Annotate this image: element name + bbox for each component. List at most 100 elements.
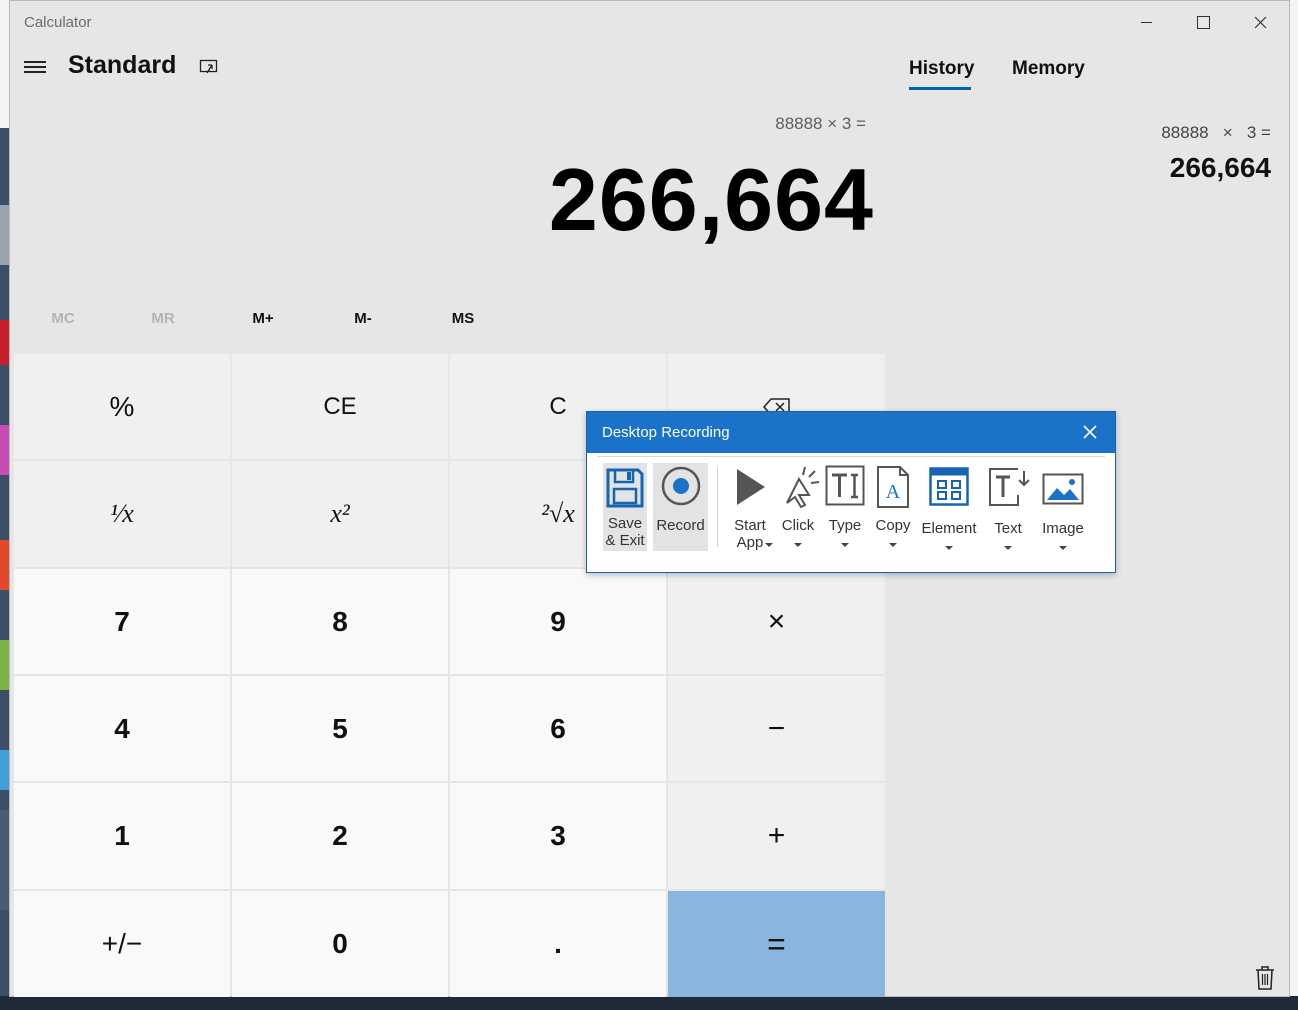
save-exit-button[interactable]: Save & Exit bbox=[603, 463, 647, 551]
recorder-title: Desktop Recording bbox=[602, 424, 730, 441]
negate-button[interactable]: +/− bbox=[14, 891, 230, 997]
toolbar-separator bbox=[717, 467, 718, 547]
multiply-label: × bbox=[767, 604, 786, 638]
percent-button[interactable]: % bbox=[14, 354, 230, 459]
element-button[interactable]: Element bbox=[919, 463, 979, 551]
start-app-button[interactable]: Start App bbox=[727, 463, 773, 551]
subtract-label: − bbox=[767, 711, 786, 745]
chevron-down-icon bbox=[1059, 546, 1067, 550]
maximize-button[interactable] bbox=[1175, 1, 1231, 43]
digit-0-button[interactable]: 0 bbox=[232, 891, 448, 997]
digit-label: 8 bbox=[332, 605, 348, 637]
digit-label: 9 bbox=[550, 605, 566, 637]
minimize-button[interactable] bbox=[1118, 1, 1174, 43]
maximize-icon bbox=[1196, 15, 1210, 29]
text-label: Text bbox=[994, 520, 1022, 537]
trash-icon[interactable] bbox=[1254, 965, 1276, 991]
chevron-down-icon bbox=[1004, 546, 1012, 550]
type-button[interactable]: Type bbox=[823, 463, 867, 551]
digit-label: 2 bbox=[332, 820, 348, 851]
decimal-label: . bbox=[554, 928, 562, 959]
title-bar[interactable]: Calculator bbox=[10, 1, 1289, 43]
digit-3-button[interactable]: 3 bbox=[450, 783, 666, 889]
keep-on-top-icon[interactable] bbox=[199, 57, 219, 77]
subtract-button[interactable]: − bbox=[668, 676, 885, 781]
clear-entry-label: CE bbox=[323, 392, 357, 420]
type-text-icon bbox=[825, 465, 865, 506]
tab-history-indicator bbox=[909, 87, 971, 90]
close-icon bbox=[1254, 16, 1266, 28]
percent-label: % bbox=[109, 390, 135, 422]
type-label: Type bbox=[828, 517, 862, 534]
digit-label: 5 bbox=[332, 712, 348, 744]
decimal-button[interactable]: . bbox=[450, 891, 666, 997]
result-display: 266,664 bbox=[548, 150, 874, 249]
memory-subtract-button[interactable]: M- bbox=[333, 310, 393, 327]
play-icon bbox=[737, 469, 765, 505]
click-label: Click bbox=[781, 517, 815, 534]
save-exit-label: Save & Exit bbox=[605, 515, 645, 549]
close-button[interactable] bbox=[1232, 1, 1288, 43]
desktop-background-right bbox=[1290, 0, 1298, 1010]
reciprocal-label: ¹⁄x bbox=[110, 499, 134, 528]
memory-store-button[interactable]: MS bbox=[433, 310, 493, 327]
desktop-recording-dialog: Desktop Recording Save & Exit Record Sta… bbox=[586, 411, 1116, 573]
expression-display: 88888 × 3 = bbox=[775, 114, 866, 133]
chevron-down-icon bbox=[841, 543, 849, 547]
record-label: Record bbox=[656, 517, 705, 534]
memory-clear-button[interactable]: MC bbox=[33, 310, 93, 327]
hamburger-icon[interactable] bbox=[24, 58, 46, 76]
tab-history[interactable]: History bbox=[909, 58, 974, 80]
chevron-down-icon bbox=[794, 543, 802, 547]
window-title: Calculator bbox=[24, 14, 92, 31]
digit-label: 1 bbox=[114, 820, 130, 851]
equals-button[interactable]: = bbox=[668, 891, 885, 997]
history-expression: 88888 × 3 = bbox=[1161, 123, 1271, 142]
digit-8-button[interactable]: 8 bbox=[232, 569, 448, 674]
taskbar-fragment bbox=[0, 996, 1298, 1010]
mode-title: Standard bbox=[68, 51, 177, 79]
digit-2-button[interactable]: 2 bbox=[232, 783, 448, 889]
digit-7-button[interactable]: 7 bbox=[14, 569, 230, 674]
digit-6-button[interactable]: 6 bbox=[450, 676, 666, 781]
tab-memory[interactable]: Memory bbox=[1012, 58, 1085, 80]
image-label: Image bbox=[1042, 520, 1084, 537]
digit-1-button[interactable]: 1 bbox=[14, 783, 230, 889]
clear-label: C bbox=[549, 392, 567, 420]
record-button[interactable]: Record bbox=[653, 463, 708, 551]
square-button[interactable]: x² bbox=[232, 461, 448, 567]
digit-4-button[interactable]: 4 bbox=[14, 676, 230, 781]
negate-label: +/− bbox=[101, 928, 143, 959]
record-icon bbox=[661, 466, 701, 506]
digit-label: 6 bbox=[550, 712, 566, 744]
digit-label: 4 bbox=[114, 712, 130, 744]
svg-text:A: A bbox=[886, 481, 901, 503]
chevron-down-icon bbox=[945, 546, 953, 550]
memory-recall-button[interactable]: MR bbox=[133, 310, 193, 327]
reciprocal-button[interactable]: ¹⁄x bbox=[14, 461, 230, 567]
text-extract-icon bbox=[989, 468, 1030, 506]
multiply-button[interactable]: × bbox=[668, 569, 885, 674]
recorder-title-bar[interactable]: Desktop Recording bbox=[587, 412, 1115, 453]
recorder-toolbar: Save & Exit Record Start App Click Type … bbox=[597, 456, 1105, 566]
memory-add-button[interactable]: M+ bbox=[233, 310, 293, 327]
text-button[interactable]: Text bbox=[985, 463, 1031, 551]
element-label: Element bbox=[921, 520, 977, 537]
digit-5-button[interactable]: 5 bbox=[232, 676, 448, 781]
click-button[interactable]: Click bbox=[777, 463, 819, 551]
chevron-down-icon bbox=[765, 543, 773, 547]
document-copy-icon: A bbox=[877, 466, 909, 508]
copy-button[interactable]: A Copy bbox=[871, 463, 915, 551]
image-button[interactable]: Image bbox=[1037, 463, 1089, 551]
chevron-down-icon bbox=[889, 543, 897, 547]
square-root-label: ²√x bbox=[541, 499, 575, 528]
equals-label: = bbox=[767, 925, 786, 962]
cursor-click-icon bbox=[786, 466, 819, 509]
clear-entry-button[interactable]: CE bbox=[232, 354, 448, 459]
element-grid-icon bbox=[929, 467, 969, 506]
digit-label: 7 bbox=[114, 605, 130, 637]
minimize-icon bbox=[1140, 21, 1152, 23]
add-button[interactable]: + bbox=[668, 783, 885, 889]
close-icon[interactable] bbox=[1079, 421, 1101, 443]
digit-9-button[interactable]: 9 bbox=[450, 569, 666, 674]
